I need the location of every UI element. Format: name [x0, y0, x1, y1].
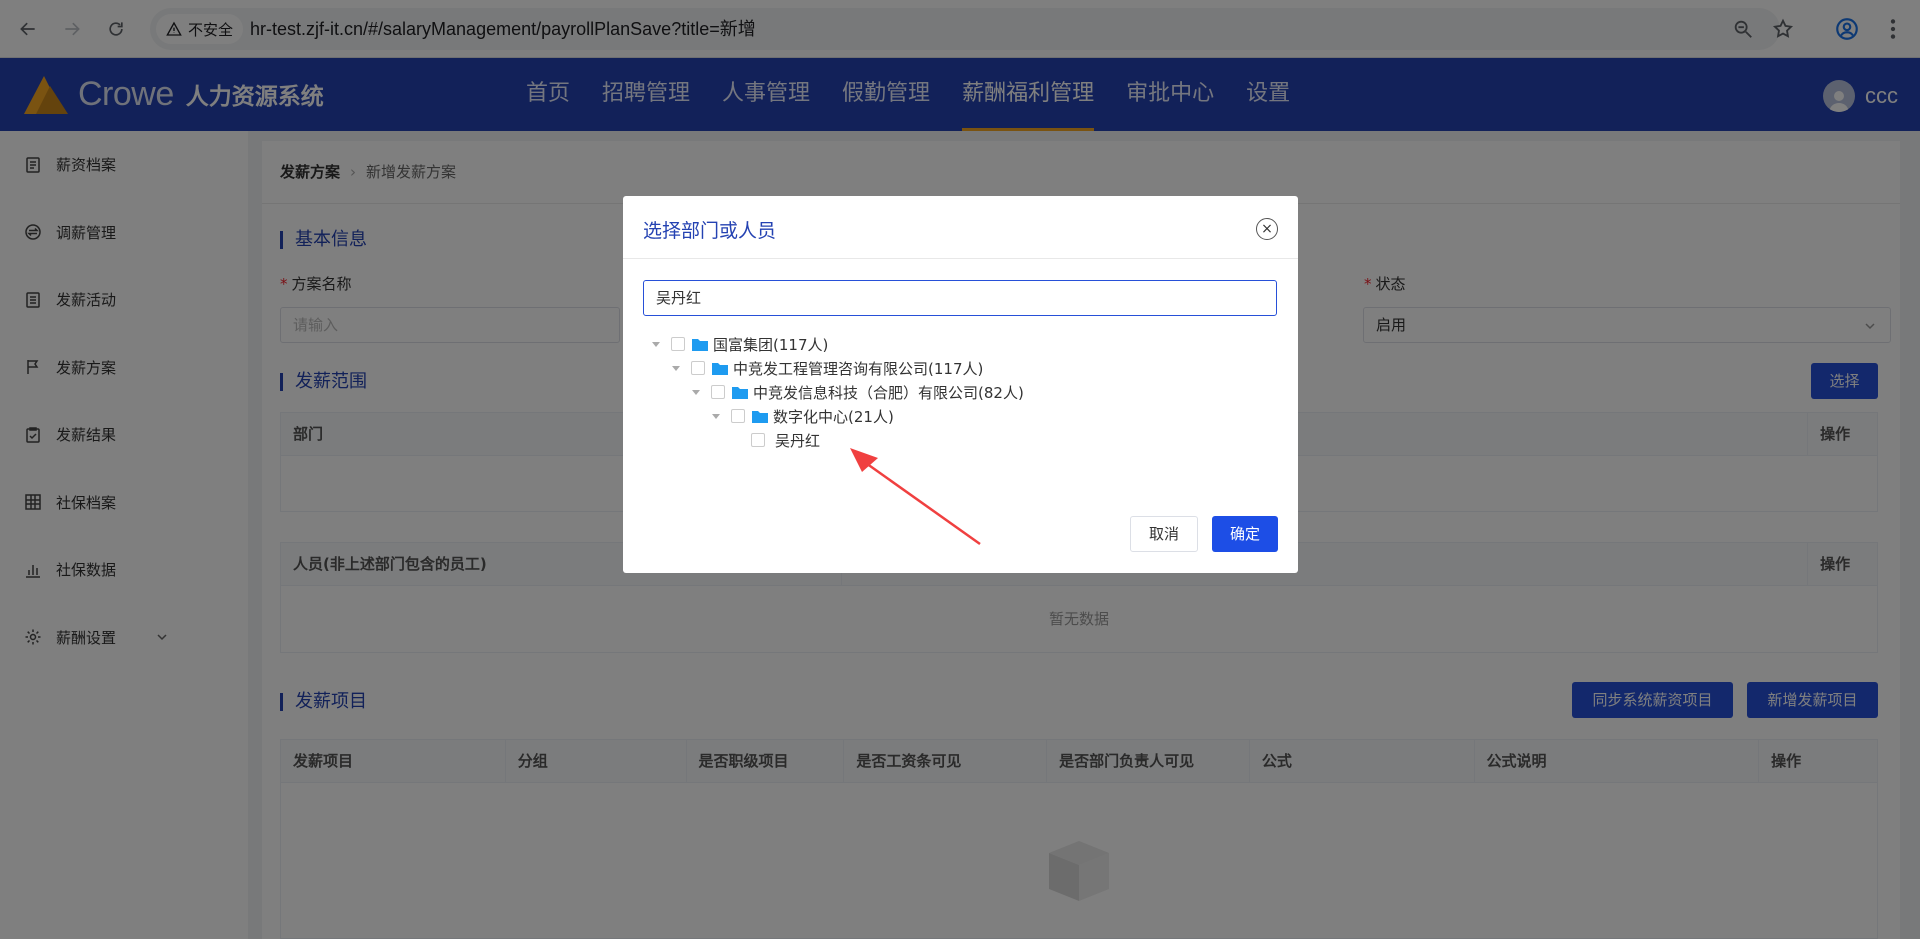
close-icon[interactable]: ×	[1256, 218, 1278, 240]
folder-icon	[752, 411, 768, 423]
caret-down-icon[interactable]	[671, 363, 681, 373]
tree-node[interactable]: 中竞发信息科技（合肥）有限公司(82人)	[691, 380, 1024, 404]
dialog-header: 选择部门或人员 ×	[623, 196, 1298, 259]
tree-node[interactable]: 中竞发工程管理咨询有限公司(117人)	[671, 356, 983, 380]
caret-down-icon[interactable]	[651, 339, 661, 349]
tree-checkbox[interactable]	[711, 385, 725, 399]
tree-node-label: 中竞发信息科技（合肥）有限公司(82人)	[753, 383, 1024, 402]
tree-node-person[interactable]: 吴丹红	[751, 428, 820, 452]
caret-down-icon[interactable]	[711, 411, 721, 421]
tree-checkbox[interactable]	[671, 337, 685, 351]
folder-icon	[692, 339, 708, 351]
tree-node[interactable]: 数字化中心(21人)	[711, 404, 894, 428]
tree-node-label: 国富集团(117人)	[713, 335, 829, 354]
folder-icon	[732, 387, 748, 399]
tree-checkbox[interactable]	[731, 409, 745, 423]
tree-node[interactable]: 国富集团(117人)	[651, 332, 828, 356]
tree-node-label: 吴丹红	[775, 431, 821, 450]
dialog-title: 选择部门或人员	[643, 220, 777, 242]
ok-button[interactable]: 确定	[1212, 516, 1278, 552]
cancel-button[interactable]: 取消	[1130, 516, 1198, 552]
select-dept-dialog: 选择部门或人员 × 吴丹红 国富集团(117人) 中竞发工程管理咨询有限公司(1…	[623, 196, 1298, 573]
tree-checkbox[interactable]	[751, 433, 765, 447]
dialog-search-input[interactable]: 吴丹红	[643, 280, 1277, 316]
tree-node-label: 数字化中心(21人)	[773, 407, 894, 426]
folder-icon	[712, 363, 728, 375]
tree-checkbox[interactable]	[691, 361, 705, 375]
caret-down-icon[interactable]	[691, 387, 701, 397]
tree-node-label: 中竞发工程管理咨询有限公司(117人)	[733, 359, 984, 378]
